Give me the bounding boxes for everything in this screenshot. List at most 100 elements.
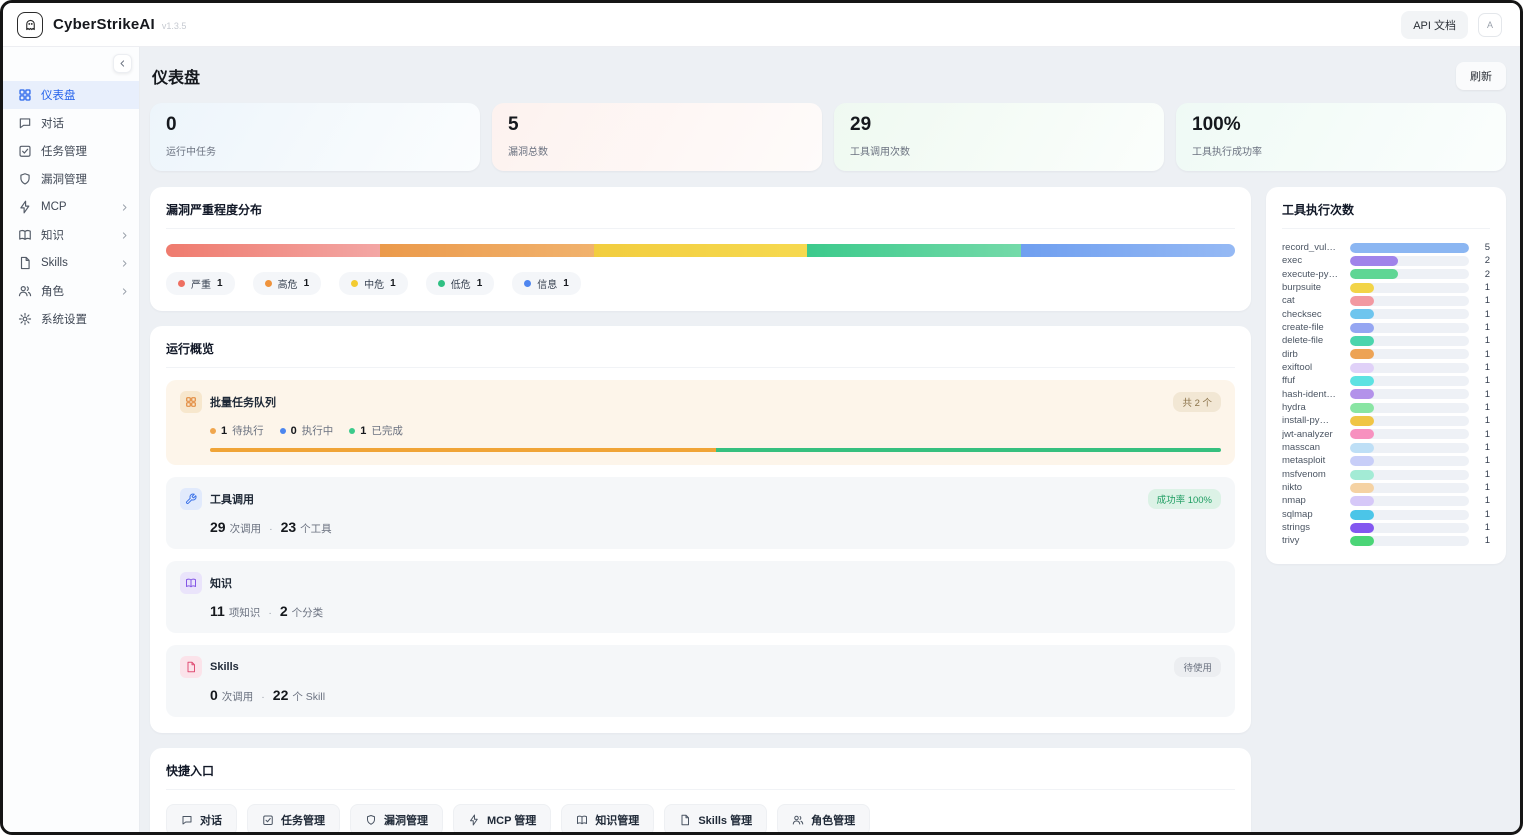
legend-dot-icon [178, 280, 185, 287]
quick-link-file[interactable]: Skills 管理 [664, 804, 767, 832]
sidebar-item-vulns[interactable]: 漏洞管理 [3, 165, 139, 193]
tool-bar [1350, 536, 1374, 546]
tool-bar [1350, 416, 1374, 426]
quick-link-task[interactable]: 任务管理 [247, 804, 340, 832]
tool-count: 1 [1478, 350, 1490, 360]
legend-label: 信息 [537, 276, 557, 291]
tool-name: sqlmap [1282, 510, 1346, 520]
quick-entry-card: 快捷入口 对话任务管理漏洞管理MCP 管理知识管理Skills 管理角色管理 [150, 748, 1251, 832]
sidebar-collapse-button[interactable] [113, 54, 132, 73]
sidebar-item-skills[interactable]: Skills [3, 249, 139, 277]
status-count: 1 [221, 425, 227, 437]
status-label: 已完成 [371, 423, 403, 438]
tool-bar-track [1350, 429, 1469, 439]
tool-name: record_vul… [1282, 243, 1346, 253]
tool-bar-track [1350, 403, 1469, 413]
quick-link-label: 任务管理 [281, 812, 325, 828]
tool-bar-track [1350, 283, 1469, 293]
status-count: 1 [360, 425, 366, 437]
avatar-button[interactable]: A [1478, 13, 1502, 37]
refresh-button[interactable]: 刷新 [1456, 62, 1506, 90]
tool-count: 1 [1478, 456, 1490, 466]
brand-name: CyberStrikeAI [53, 16, 155, 33]
quick-link-users[interactable]: 角色管理 [777, 804, 870, 832]
sidebar-item-label: 任务管理 [41, 143, 87, 159]
main-content: 仪表盘 刷新 0运行中任务5漏洞总数29工具调用次数100%工具执行成功率 漏洞… [140, 47, 1520, 832]
app-window: CyberStrikeAI v1.3.5 API 文档 A 仪表盘对话任务管理漏… [0, 0, 1523, 835]
tool-exec-row: trivy1 [1282, 535, 1490, 548]
task-icon [18, 144, 32, 158]
quick-link-book[interactable]: 知识管理 [561, 804, 654, 832]
shield-icon [365, 814, 377, 826]
status-dot-icon [349, 428, 355, 434]
sidebar-item-chat[interactable]: 对话 [3, 109, 139, 137]
bolt-icon [18, 200, 32, 214]
file-icon [18, 256, 32, 270]
tool-name: install-py… [1282, 416, 1346, 426]
quick-link-shield[interactable]: 漏洞管理 [350, 804, 443, 832]
tool-count: 1 [1478, 336, 1490, 346]
stat-unit: 个工具 [300, 521, 332, 536]
sidebar-item-label: Skills [41, 257, 68, 269]
tool-exec-row: exec2 [1282, 254, 1490, 267]
severity-bar [166, 244, 1235, 257]
skills-icon-box [180, 656, 202, 678]
quick-link-bolt[interactable]: MCP 管理 [453, 804, 551, 832]
tool-bar [1350, 389, 1374, 399]
tool-bar [1350, 336, 1374, 346]
legend-count: 1 [304, 278, 310, 289]
status-count: 0 [291, 425, 297, 437]
tool-bar-track [1350, 363, 1469, 373]
sidebar-item-roles[interactable]: 角色 [3, 277, 139, 305]
sidebar-item-tasks[interactable]: 任务管理 [3, 137, 139, 165]
task-icon [262, 814, 274, 826]
tool-name: strings [1282, 523, 1346, 533]
status-dot-icon [210, 428, 216, 434]
tool-bar-track [1350, 443, 1469, 453]
legend-count: 1 [563, 278, 569, 289]
sidebar-item-dashboard[interactable]: 仪表盘 [3, 81, 139, 109]
legend-dot-icon [265, 280, 272, 287]
batch-status-item: 1待执行 [210, 423, 264, 438]
tool-bar-track [1350, 323, 1469, 333]
app-logo [17, 12, 43, 38]
stat-value: 0 [210, 687, 218, 703]
tool-bar [1350, 349, 1374, 359]
tool-exec-row: msfvenom1 [1282, 468, 1490, 481]
legend-label: 严重 [191, 276, 211, 291]
tool-name: nmap [1282, 496, 1346, 506]
quick-link-chat[interactable]: 对话 [166, 804, 237, 832]
tool-count: 5 [1478, 243, 1490, 253]
tool-exec-row: nmap1 [1282, 495, 1490, 508]
tool-exec-row: sqlmap1 [1282, 508, 1490, 521]
sidebar-item-mcp[interactable]: MCP [3, 193, 139, 221]
tool-bar [1350, 403, 1374, 413]
chat-icon [18, 116, 32, 130]
severity-legend-pill: 严重1 [166, 272, 235, 295]
tool-bar-track [1350, 349, 1469, 359]
tool-name: hydra [1282, 403, 1346, 413]
tool-name: delete-file [1282, 336, 1346, 346]
page-title-row: 仪表盘 刷新 [150, 61, 1506, 91]
header-actions: API 文档 A [1401, 11, 1502, 39]
tool-bar-track [1350, 496, 1469, 506]
tool-name: execute-py… [1282, 270, 1346, 280]
severity-segment [380, 244, 594, 257]
batch-count-badge: 共 2 个 [1173, 392, 1221, 412]
knowledge-title: 知识 [210, 575, 232, 591]
severity-card: 漏洞严重程度分布 严重1高危1中危1低危1信息1 [150, 187, 1251, 311]
sidebar-item-label: 漏洞管理 [41, 171, 87, 187]
tool-count: 1 [1478, 363, 1490, 373]
severity-legend-pill: 高危1 [253, 272, 322, 295]
tool-bar-track [1350, 510, 1469, 520]
tool-bar [1350, 470, 1374, 480]
sidebar-item-knowledge[interactable]: 知识 [3, 221, 139, 249]
tool-count: 1 [1478, 310, 1490, 320]
sidebar-item-label: 仪表盘 [41, 87, 76, 103]
gear-icon [18, 312, 32, 326]
api-docs-button[interactable]: API 文档 [1401, 11, 1468, 39]
sidebar-item-settings[interactable]: 系统设置 [3, 305, 139, 333]
tool-bar [1350, 496, 1374, 506]
tool-exec-row: create-file1 [1282, 321, 1490, 334]
stat-value: 100% [1192, 114, 1490, 136]
